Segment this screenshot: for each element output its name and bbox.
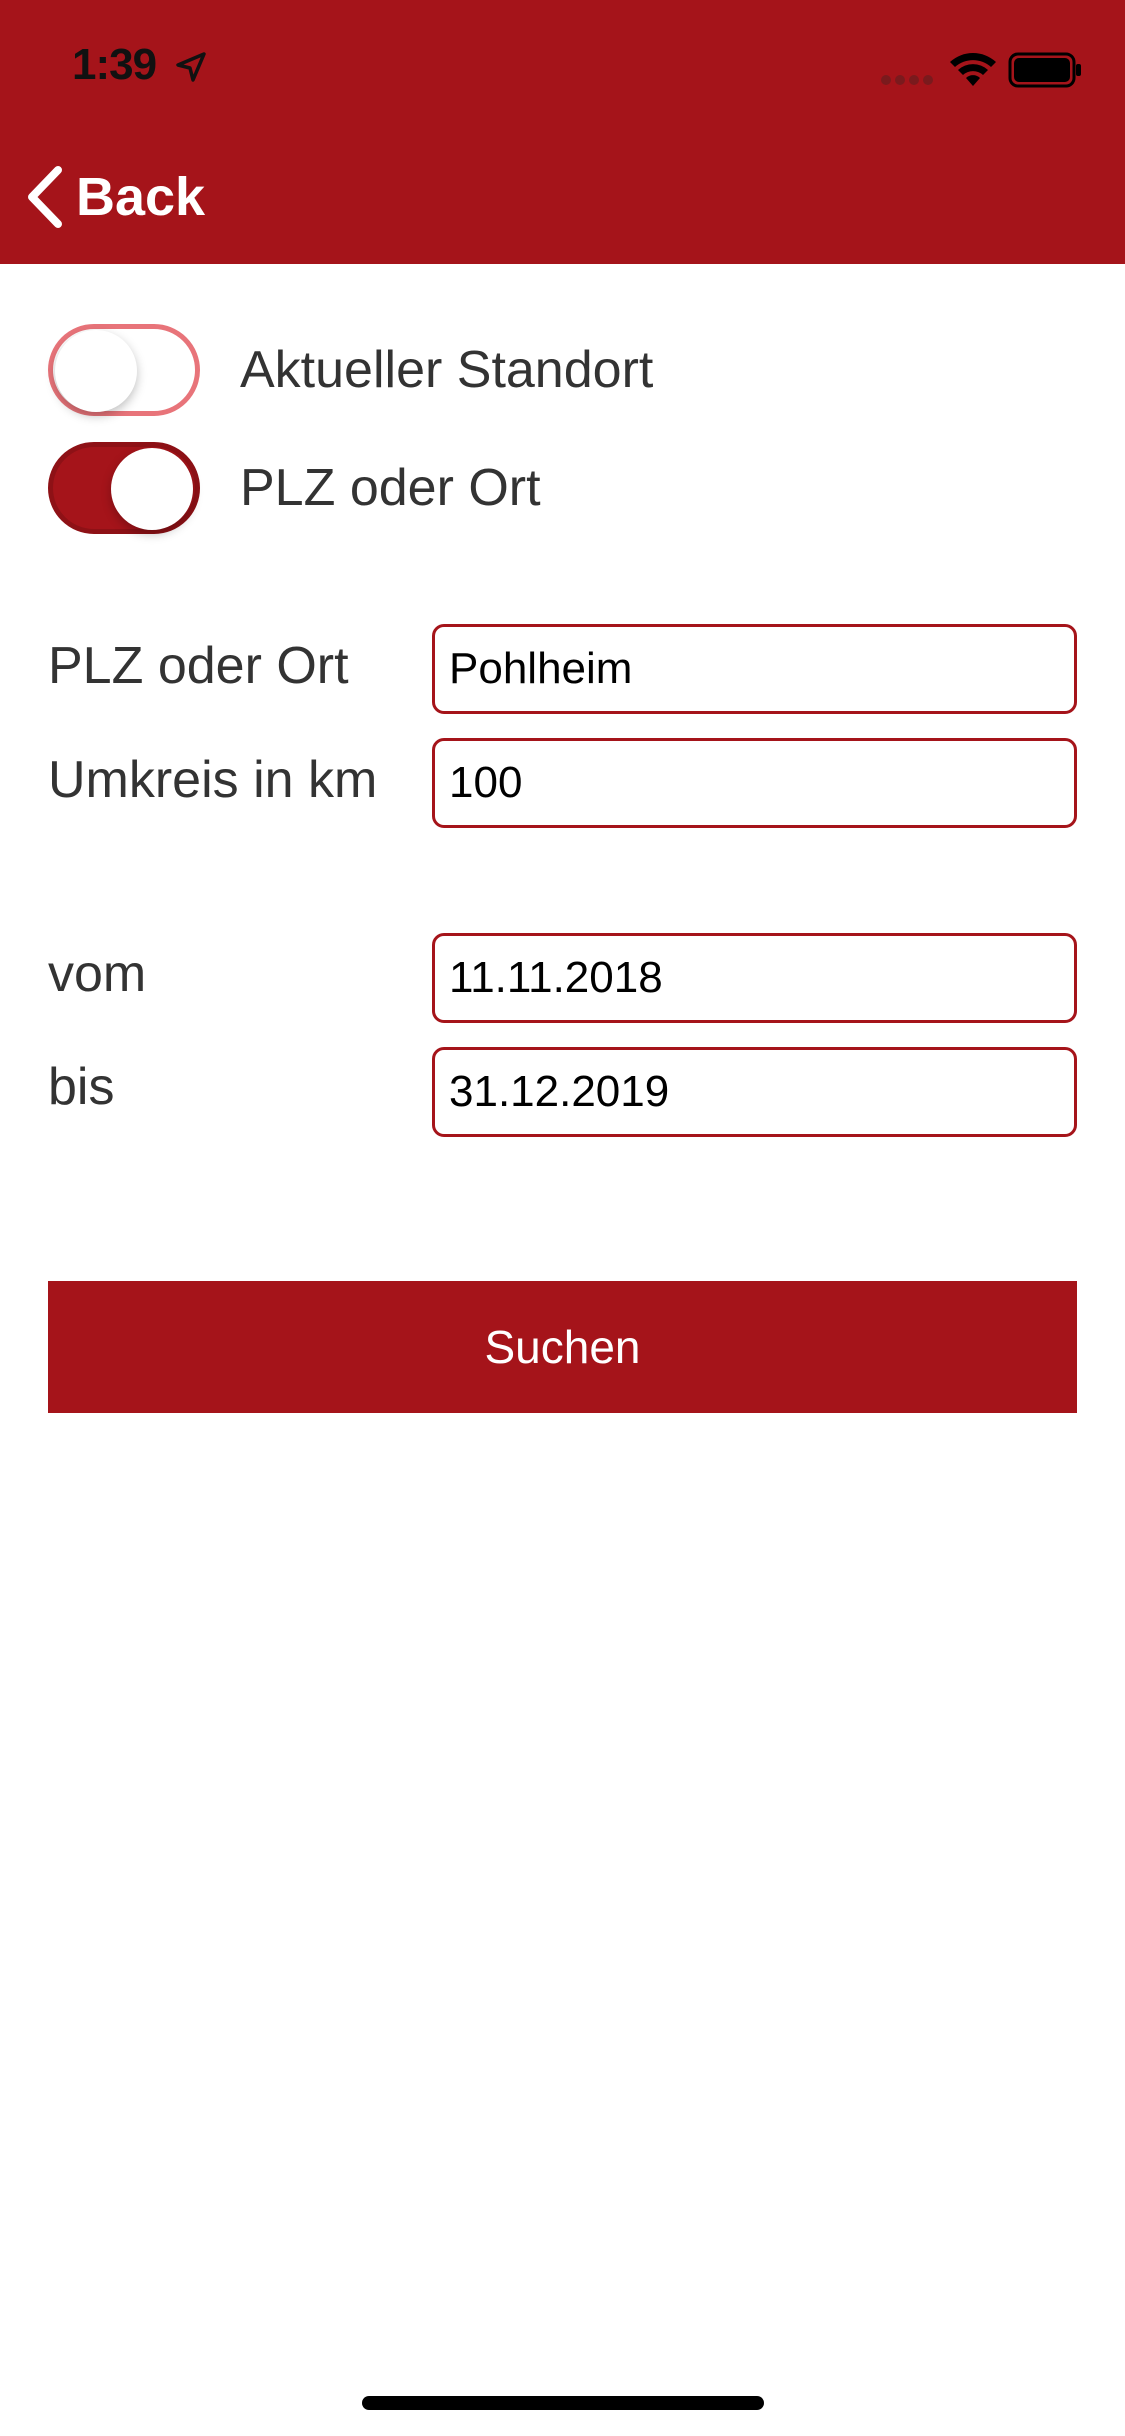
zip-or-city-toggle[interactable] [48,442,200,534]
search-button[interactable]: Suchen [48,1281,1077,1413]
current-location-toggle[interactable] [48,324,200,416]
to-date-label: bis [48,1058,115,1116]
from-date-label: vom [48,945,147,1003]
radius-field-label: Umkreis in km [48,751,378,809]
from-date-input[interactable] [432,933,1077,1023]
current-location-label: Aktueller Standort [240,341,654,399]
zip-or-city-toggle-label: PLZ oder Ort [240,459,541,517]
home-indicator[interactable] [362,2396,764,2410]
cellular-signal-icon [881,75,933,85]
toggle-row-zip-or-city: PLZ oder Ort [48,440,541,536]
wifi-icon [950,53,996,86]
to-date-input[interactable] [432,1047,1077,1137]
location-input[interactable] [432,624,1077,714]
navigation-header: 1:39 Back [0,0,1125,264]
toggle-row-current-location: Aktueller Standort [48,322,653,418]
chevron-left-icon [28,166,62,228]
toggle-knob [111,448,193,530]
status-bar: 1:39 [0,0,1125,132]
location-arrow-icon [176,52,206,82]
search-screen: 1:39 Back Aktueller Standort PLZ oder Or… [0,0,1125,2436]
back-label: Back [76,167,206,227]
status-time: 1:39 [72,40,157,89]
location-field-label: PLZ oder Ort [48,637,349,695]
radius-input[interactable] [432,738,1077,828]
battery-icon [1008,52,1081,88]
back-button[interactable]: Back [24,160,205,234]
toggle-knob [55,330,137,412]
